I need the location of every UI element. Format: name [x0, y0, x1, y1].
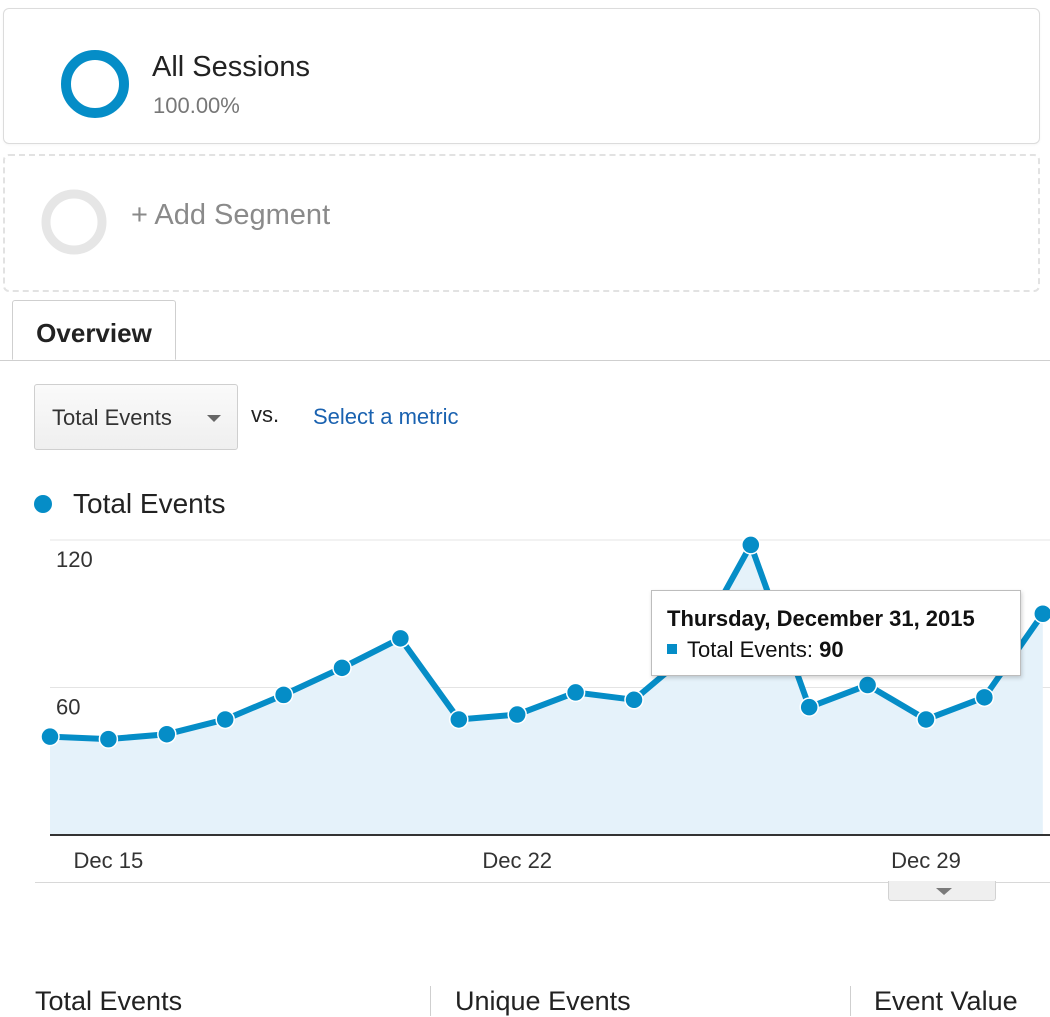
x-tick-label: Dec 15 [74, 848, 144, 873]
legend-dot-icon [34, 495, 52, 513]
y-tick-label: 60 [56, 695, 80, 720]
add-segment-label: + Add Segment [131, 199, 331, 231]
summary-total-events[interactable]: Total Events [35, 986, 182, 1017]
data-point [916, 709, 936, 730]
tooltip-value: 90 [819, 637, 844, 662]
data-point [390, 628, 411, 649]
y-tick-label: 120 [56, 547, 93, 572]
summary-divider [850, 986, 851, 1016]
vs-label: vs. [251, 402, 280, 427]
data-point [741, 535, 761, 555]
tooltip-row: Total Events: 90 [687, 637, 844, 663]
series-area [50, 544, 1043, 835]
data-point [565, 682, 586, 703]
data-point [98, 729, 119, 749]
summary-unique-events[interactable]: Unique Events [455, 986, 631, 1017]
x-tick-label: Dec 22 [482, 848, 552, 873]
x-tick-label: Dec 29 [891, 848, 961, 873]
select-metric-link[interactable]: Select a metric [313, 404, 459, 430]
summary-divider [430, 986, 431, 1016]
total-events-chart[interactable]: 120 60 Dec 15 Dec 22 Dec 29 [0, 530, 1050, 875]
tab-overview-label: Overview [36, 318, 152, 348]
tooltip-date: Thursday, December 31, 2015 [667, 606, 975, 631]
metric-dropdown-value: Total Events [52, 405, 172, 430]
tooltip-series-swatch [667, 644, 677, 654]
data-point [157, 724, 177, 744]
data-point [1033, 604, 1050, 624]
data-point [857, 675, 878, 695]
tab-bar-divider [0, 360, 1050, 361]
data-point [332, 658, 352, 678]
summary-event-value[interactable]: Event Value [874, 986, 1018, 1017]
metric-dropdown[interactable]: Total Events [34, 384, 238, 450]
data-point [799, 697, 819, 717]
data-point [974, 687, 995, 708]
tooltip-series-label: Total Events: [687, 637, 813, 662]
segment-card-all-sessions[interactable]: All Sessions 100.00% [3, 8, 1040, 144]
chevron-down-icon [936, 888, 952, 895]
segment-donut-icon [61, 50, 129, 118]
add-segment-button[interactable]: + Add Segment [3, 154, 1040, 292]
segment-name: All Sessions [152, 51, 310, 83]
data-point [40, 726, 60, 747]
data-point [215, 709, 235, 730]
chart-expand-toggle[interactable] [888, 881, 996, 901]
tab-overview[interactable]: Overview [12, 300, 176, 360]
chart-tooltip: Thursday, December 31, 2015 Total Events… [651, 590, 1021, 676]
data-point [507, 704, 527, 725]
empty-donut-icon [41, 189, 107, 255]
data-point [449, 709, 469, 730]
legend-label: Total Events [73, 488, 226, 519]
data-point [624, 690, 644, 710]
segment-percent: 100.00% [153, 93, 240, 118]
chevron-down-icon [207, 415, 221, 422]
data-point [273, 685, 294, 705]
